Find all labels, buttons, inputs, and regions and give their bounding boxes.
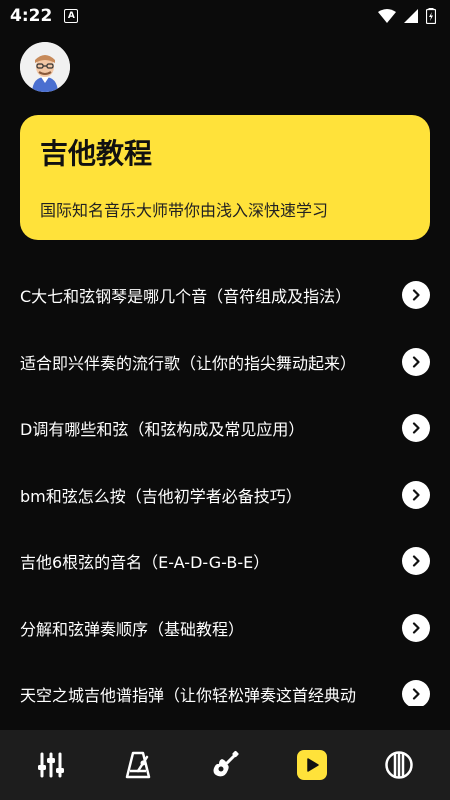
battery-icon [426,8,436,24]
chevron-right-icon[interactable] [402,281,430,310]
list-item-title: 吉他6根弦的音名（E-A-D-G-B-E） [20,553,270,573]
list-item[interactable]: 吉他6根弦的音名（E-A-D-G-B-E） [0,528,450,595]
strings-icon [384,751,413,779]
nav-guitar[interactable] [197,737,253,793]
signal-icon [404,9,418,23]
list-item[interactable]: 天空之城吉他谱指弹（让你轻松弹奏这首经典动 [0,661,450,706]
list-item[interactable]: 适合即兴伴奏的流行歌（让你的指尖舞动起来） [0,329,450,396]
equalizer-icon [38,752,65,778]
list-item[interactable]: 分解和弦弹奏顺序（基础教程） [0,595,450,662]
nav-active-indicator [296,750,327,780]
avatar[interactable] [20,42,70,92]
list-item-title: 分解和弦弹奏顺序（基础教程） [20,619,245,639]
list-item-title: 适合即兴伴奏的流行歌（让你的指尖舞动起来） [20,353,357,373]
chevron-right-icon[interactable] [402,480,430,509]
notification-icon: A [64,9,79,23]
hero-banner[interactable]: 吉他教程 国际知名音乐大师带你由浅入深快速学习 [20,115,430,240]
nav-videos[interactable] [284,737,340,793]
chevron-right-icon[interactable] [402,680,430,706]
nav-tuner[interactable] [23,737,79,793]
status-icons [378,8,436,24]
metronome-icon [125,751,151,779]
bottom-nav [0,730,450,800]
user-avatar-icon [20,42,70,92]
list-item[interactable]: C大七和弦钢琴是哪几个音（音符组成及指法） [0,262,450,329]
list-item-title: C大七和弦钢琴是哪几个音（音符组成及指法） [20,287,352,307]
list-item-title: 天空之城吉他谱指弹（让你轻松弹奏这首经典动 [20,686,357,706]
wifi-icon [378,9,396,23]
nav-strings[interactable] [371,737,427,793]
nav-metronome[interactable] [110,737,166,793]
status-time: 4:22 [10,6,53,26]
list-item[interactable]: D调有哪些和弦（和弦构成及常见应用） [0,395,450,462]
list-item-title: D调有哪些和弦（和弦构成及常见应用） [20,420,305,440]
status-bar: 4:22 A [0,0,450,32]
list-item[interactable]: bm和弦怎么按（吉他初学者必备技巧） [0,462,450,529]
chevron-right-icon[interactable] [402,414,430,443]
play-icon [307,758,319,772]
list-item-title: bm和弦怎么按（吉他初学者必备技巧） [20,486,302,506]
hero-subtitle: 国际知名音乐大师带你由浅入深快速学习 [40,200,329,220]
guitar-icon [213,750,239,777]
chevron-right-icon[interactable] [402,547,430,576]
tutorial-list[interactable]: C大七和弦钢琴是哪几个音（音符组成及指法） 适合即兴伴奏的流行歌（让你的指尖舞动… [0,262,450,706]
chevron-right-icon[interactable] [402,347,430,376]
chevron-right-icon[interactable] [402,613,430,642]
hero-title: 吉他教程 [40,137,153,170]
